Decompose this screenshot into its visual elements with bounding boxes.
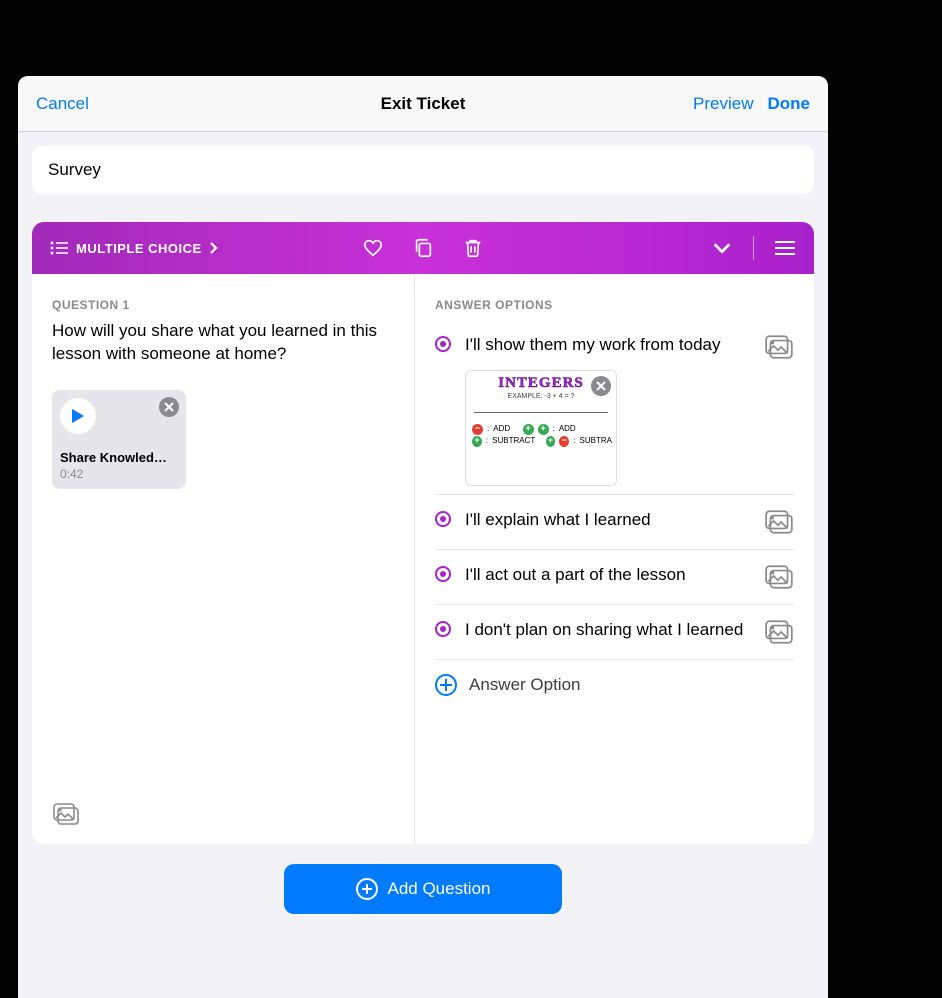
question-number-label: QUESTION 1 (52, 298, 394, 312)
play-icon (71, 408, 85, 424)
editor-sheet: Cancel Exit Ticket Preview Done Survey (18, 76, 828, 998)
preview-button[interactable]: Preview (693, 94, 753, 114)
header-divider (753, 236, 754, 260)
radio-icon (435, 566, 451, 582)
answer-option[interactable]: I'll act out a part of the lesson (435, 549, 794, 604)
cancel-button[interactable]: Cancel (36, 94, 89, 114)
chevron-right-icon (210, 242, 218, 254)
question-text[interactable]: How will you share what you learned in t… (52, 320, 394, 366)
answer-text[interactable]: I'll act out a part of the lesson (465, 564, 754, 586)
add-question-label: Add Question (387, 879, 490, 899)
survey-title-field[interactable]: Survey (32, 146, 814, 194)
done-button[interactable]: Done (768, 94, 811, 114)
question-card: MULTIPLE CHOICE (32, 222, 814, 844)
answer-media-button[interactable] (764, 564, 794, 590)
radio-icon (435, 511, 451, 527)
answer-image-thumb[interactable]: INTEGERS EXAMPLE: -3 + 4 = ? −:ADD ++:AD… (465, 370, 617, 486)
answer-text[interactable]: I'll show them my work from today (465, 334, 754, 356)
remove-media-button[interactable] (158, 396, 180, 418)
answer-option[interactable]: I don't plan on sharing what I learned (435, 604, 794, 659)
answer-options-label: ANSWER OPTIONS (435, 298, 794, 312)
thumb-legend: −:ADD ++:ADD +:SUBTRACT +−:SUBTRA (470, 423, 612, 447)
radio-icon (435, 621, 451, 637)
plus-circle-icon (355, 877, 379, 901)
nav-bar: Cancel Exit Ticket Preview Done (18, 76, 828, 132)
answer-text[interactable]: I don't plan on sharing what I learned (465, 619, 754, 641)
list-icon (50, 241, 68, 255)
answer-text[interactable]: I'll explain what I learned (465, 509, 754, 531)
thumb-number-line (470, 404, 612, 420)
heart-icon[interactable] (362, 237, 384, 259)
answer-option[interactable]: I'll explain what I learned (435, 494, 794, 549)
answer-media-button[interactable] (764, 334, 794, 360)
question-type-label: MULTIPLE CHOICE (76, 241, 202, 256)
plus-icon (435, 674, 457, 696)
add-answer-option-button[interactable]: Answer Option (435, 659, 794, 710)
media-title: Share Knowled… (60, 450, 178, 465)
question-type-button[interactable]: MULTIPLE CHOICE (50, 241, 218, 256)
media-attachment[interactable]: Share Knowled… 0:42 (52, 390, 186, 489)
radio-icon (435, 336, 451, 352)
question-header: MULTIPLE CHOICE (32, 222, 814, 274)
add-answer-option-label: Answer Option (469, 675, 581, 695)
grip-icon[interactable] (774, 237, 796, 259)
trash-icon[interactable] (462, 237, 484, 259)
add-question-button[interactable]: Add Question (284, 864, 562, 914)
add-media-button[interactable] (52, 802, 80, 826)
answer-media-button[interactable] (764, 619, 794, 645)
answer-media-button[interactable] (764, 509, 794, 535)
chevron-down-icon[interactable] (711, 237, 733, 259)
media-duration: 0:42 (60, 467, 178, 481)
sheet-title: Exit Ticket (381, 94, 466, 114)
answer-option[interactable]: I'll show them my work from today (435, 320, 794, 374)
duplicate-icon[interactable] (412, 237, 434, 259)
play-button[interactable] (60, 398, 96, 434)
remove-image-button[interactable] (590, 375, 612, 397)
